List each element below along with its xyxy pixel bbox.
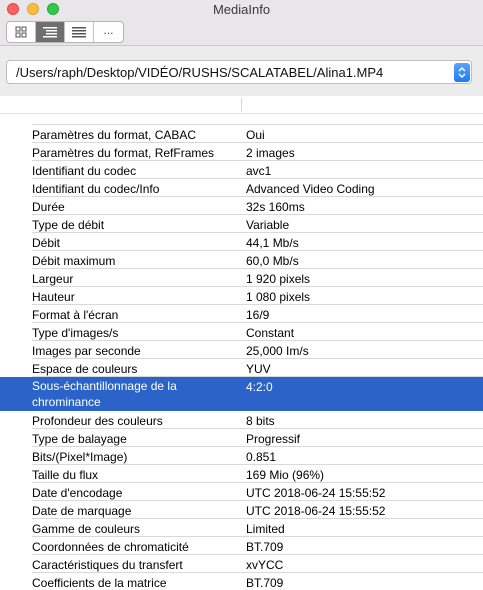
property-value: 25,000 Im/s [246,344,309,358]
tree-view-button[interactable] [36,22,65,42]
table-row[interactable]: Gamme de couleurs Limited [0,519,483,537]
property-name: Date d'encodage [32,486,123,500]
chevron-up-down-icon [458,66,466,79]
property-value: 169 Mio (96%) [246,468,325,482]
property-value: YUV [246,362,271,376]
property-value: 16/9 [246,308,270,322]
table-row[interactable]: Hauteur 1 080 pixels [0,287,483,305]
property-name: Format à l'écran [32,308,119,322]
property-value: 60,0 Mb/s [246,254,299,268]
property-name: Type de débit [32,218,105,232]
property-value: BT.709 [246,540,284,554]
property-name: Débit [32,236,61,250]
property-name: Type d'images/s [32,326,119,340]
property-name: Profondeur des couleurs [32,414,163,428]
table-row[interactable]: Profondeur des couleurs 8 bits [0,411,483,429]
property-value: Limited [246,522,285,536]
table-row[interactable]: Bits/(Pixel*Image) 0.851 [0,447,483,465]
property-value: UTC 2018-06-24 15:55:52 [246,504,386,518]
table-row[interactable]: Date de marquage UTC 2018-06-24 15:55:52 [0,501,483,519]
file-path-text: /Users/raph/Desktop/VIDÉO/RUSHS/SCALATAB… [16,65,384,80]
property-value: 2 images [246,146,295,160]
info-table: Paramètres du formatCABAC / 2 Ref Frames… [0,96,483,590]
table-row[interactable]: Paramètres du format, CABAC Oui [0,125,483,143]
property-name: Bits/(Pixel*Image) [32,450,128,464]
table-row[interactable]: Coefficients de la matrice BT.709 [0,573,483,590]
property-name: Images par seconde [32,344,141,358]
property-value: 32s 160ms [246,200,305,214]
list-icon [72,27,86,38]
title-bar: MediaInfo [0,0,483,18]
table-row[interactable]: Durée 32s 160ms [0,197,483,215]
column-separator[interactable] [241,98,242,112]
grid-view-button[interactable] [7,22,36,42]
table-row[interactable]: Format à l'écran 16/9 [0,305,483,323]
table-row[interactable]: Identifiant du codec avc1 [0,161,483,179]
property-value: 1 080 pixels [246,290,311,304]
property-name: Coordonnées de chromaticité [32,540,189,554]
view-mode-segmented-control: ... [6,21,124,43]
property-value: 0.851 [246,450,277,464]
property-value: xvYCC [246,558,284,572]
table-row[interactable]: Images par seconde 25,000 Im/s [0,341,483,359]
property-name: Largeur [32,272,74,286]
property-value: Constant [246,326,295,340]
table-row[interactable]: Date d'encodage UTC 2018-06-24 15:55:52 [0,483,483,501]
more-options-button[interactable]: ... [94,22,123,42]
table-row[interactable]: Identifiant du codec/Info Advanced Video … [0,179,483,197]
property-name: Identifiant du codec [32,164,137,178]
property-value: Oui [246,128,265,142]
property-value: 1 920 pixels [246,272,311,286]
table-header [0,96,483,114]
table-row[interactable]: Espace de couleurs YUV [0,359,483,377]
property-value: UTC 2018-06-24 15:55:52 [246,486,386,500]
property-value: BT.709 [246,576,284,590]
property-value: Advanced Video Coding [246,182,375,196]
property-name: Type de balayage [32,432,127,446]
property-name: Sous-échantillonnage de la chrominance [32,379,177,409]
list-view-button[interactable] [65,22,94,42]
table-row[interactable]: Type de balayage Progressif [0,429,483,447]
toolbar: ... [0,18,483,46]
property-name: Taille du flux [32,468,99,482]
table-row[interactable]: Type d'images/s Constant [0,323,483,341]
property-value: avc1 [246,164,272,178]
table-row[interactable]: Paramètres du format, RefFrames 2 images [0,143,483,161]
table-row[interactable]: Taille du flux 169 Mio (96%) [0,465,483,483]
ellipsis-icon: ... [103,23,114,37]
property-value: 8 bits [246,414,275,428]
property-value: 4:2:0 [246,380,273,394]
property-name: Identifiant du codec/Info [32,182,160,196]
property-name: Coefficients de la matrice [32,576,167,590]
property-name: Gamme de couleurs [32,522,141,536]
file-path-popup[interactable]: /Users/raph/Desktop/VIDÉO/RUSHS/SCALATAB… [6,60,472,84]
property-name: Date de marquage [32,504,132,518]
property-value: 44,1 Mb/s [246,236,299,250]
property-value: Progressif [246,432,301,446]
popup-stepper[interactable] [454,63,470,82]
window-title: MediaInfo [212,2,271,17]
property-value: Variable [246,218,290,232]
property-name: Durée [32,200,65,214]
tree-list-icon [43,27,57,38]
info-rows: Paramètres du formatCABAC / 2 Ref Frames… [0,101,483,590]
property-name: Paramètres du format, RefFrames [32,146,215,160]
grid-icon [15,26,27,38]
table-row[interactable]: Type de débit Variable [0,215,483,233]
property-name: Espace de couleurs [32,362,138,376]
property-name: Hauteur [32,290,75,304]
property-name: Débit maximum [32,254,116,268]
table-row[interactable]: Caractéristiques du transfert xvYCC [0,555,483,573]
table-row[interactable]: Débit maximum 60,0 Mb/s [0,251,483,269]
table-row[interactable]: Débit 44,1 Mb/s [0,233,483,251]
table-row[interactable]: Coordonnées de chromaticité BT.709 [0,537,483,555]
table-row[interactable]: Largeur 1 920 pixels [0,269,483,287]
property-name: Paramètres du format, CABAC [32,128,197,142]
property-name: Caractéristiques du transfert [32,558,183,572]
table-row-selected[interactable]: Sous-échantillonnage de la chrominance 4:… [0,377,483,411]
